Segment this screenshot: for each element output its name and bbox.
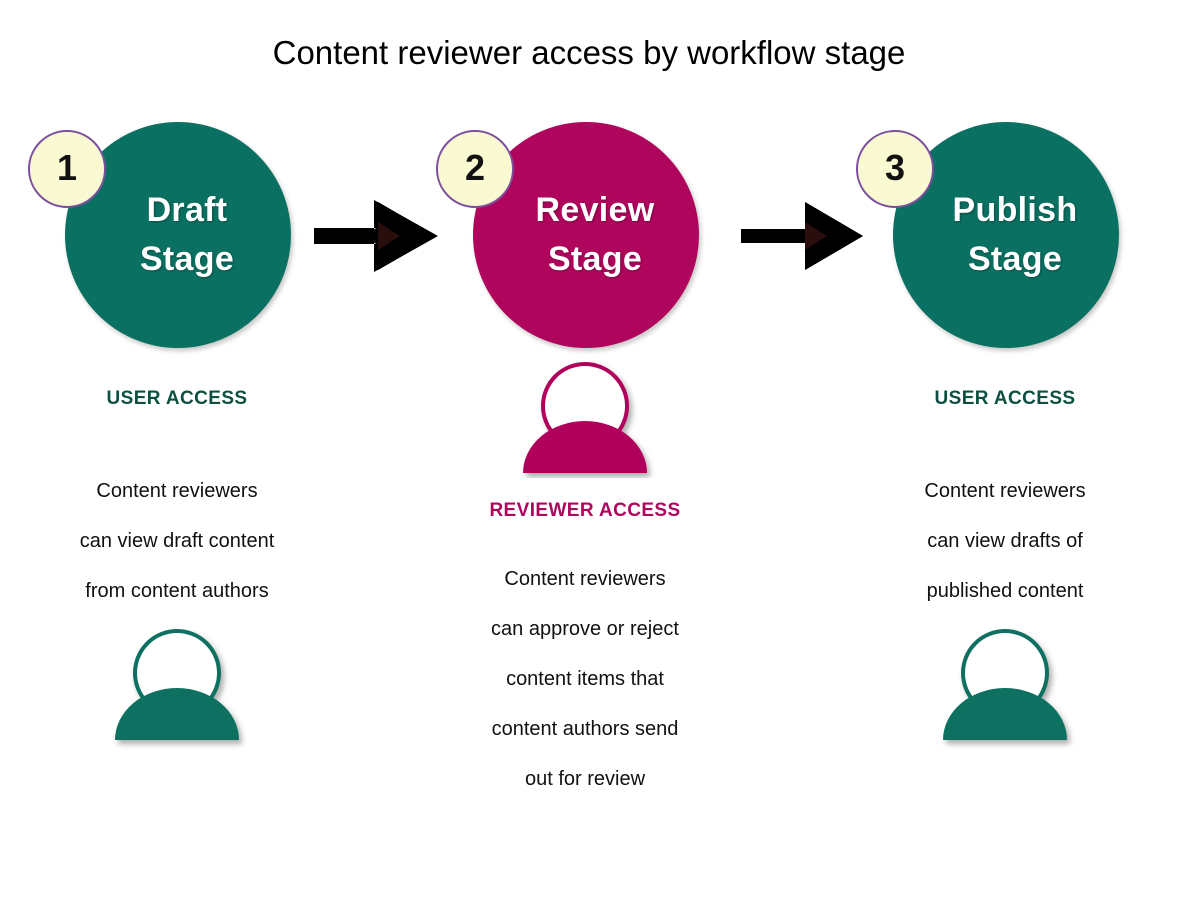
description-line: can view draft content [79,530,275,552]
stage-number-1: 1 [56,147,78,188]
stage-column-review: Review Stage 2 REVIEWER ACCESS Content r… [405,0,765,897]
access-heading-review: REVIEWER ACCESS [489,500,681,521]
description-line: out for review [524,768,646,790]
arrow-draft-to-review [312,196,442,276]
access-heading-publish: USER ACCESS [934,388,1076,409]
stage-label-line2: Stage [547,240,643,278]
person-icon-review [405,356,765,478]
stage-column-draft: Draft Stage 1 USER ACCESS Content review… [0,0,357,897]
arrow-right-icon [741,202,863,270]
description-line: can approve or reject [491,618,679,640]
person-icon-draft [0,628,357,750]
stage-label-publish: Publish Stage [935,186,1078,285]
description-line: Content reviewers [96,480,258,502]
access-description-draft: Content reviewers can view draft content… [0,466,357,616]
stage-number-badge-1: 1 [28,130,106,208]
stage-column-publish: Publish Stage 3 USER ACCESS Content revi… [825,0,1178,897]
access-description-publish: Content reviewers can view drafts of pub… [825,466,1178,616]
stage-label-line1: Publish [952,190,1078,229]
arrow-right-icon [314,200,438,272]
person-icon-publish [825,628,1178,750]
person-icon [523,362,647,473]
stage-label-review: Review Stage [518,186,655,285]
stage-number-3: 3 [884,147,906,188]
access-heading-draft: USER ACCESS [106,388,248,409]
description-line: content authors send [491,718,679,740]
stage-number-2: 2 [464,147,486,188]
description-line: Content reviewers [924,480,1086,502]
description-line: content items that [506,668,664,690]
description-line: Content reviewers [504,568,666,590]
stage-label-line2: Stage [139,240,235,278]
access-description-review: Content reviewers can approve or reject … [405,554,765,804]
description-line: can view drafts of [927,530,1083,552]
description-line: from content authors [85,580,269,602]
diagram-canvas: Content reviewer access by workflow stag… [0,0,1178,897]
arrow-review-to-publish [739,196,869,276]
stage-label-line2: Stage [967,240,1063,278]
stage-label-line1: Draft [146,190,228,229]
description-line: published content [926,580,1084,602]
stage-number-badge-3: 3 [856,130,934,208]
stage-number-badge-2: 2 [436,130,514,208]
stage-label-line1: Review [535,190,655,229]
person-icon [115,629,239,740]
stage-label-draft: Draft Stage [122,186,234,285]
person-icon [943,629,1067,740]
